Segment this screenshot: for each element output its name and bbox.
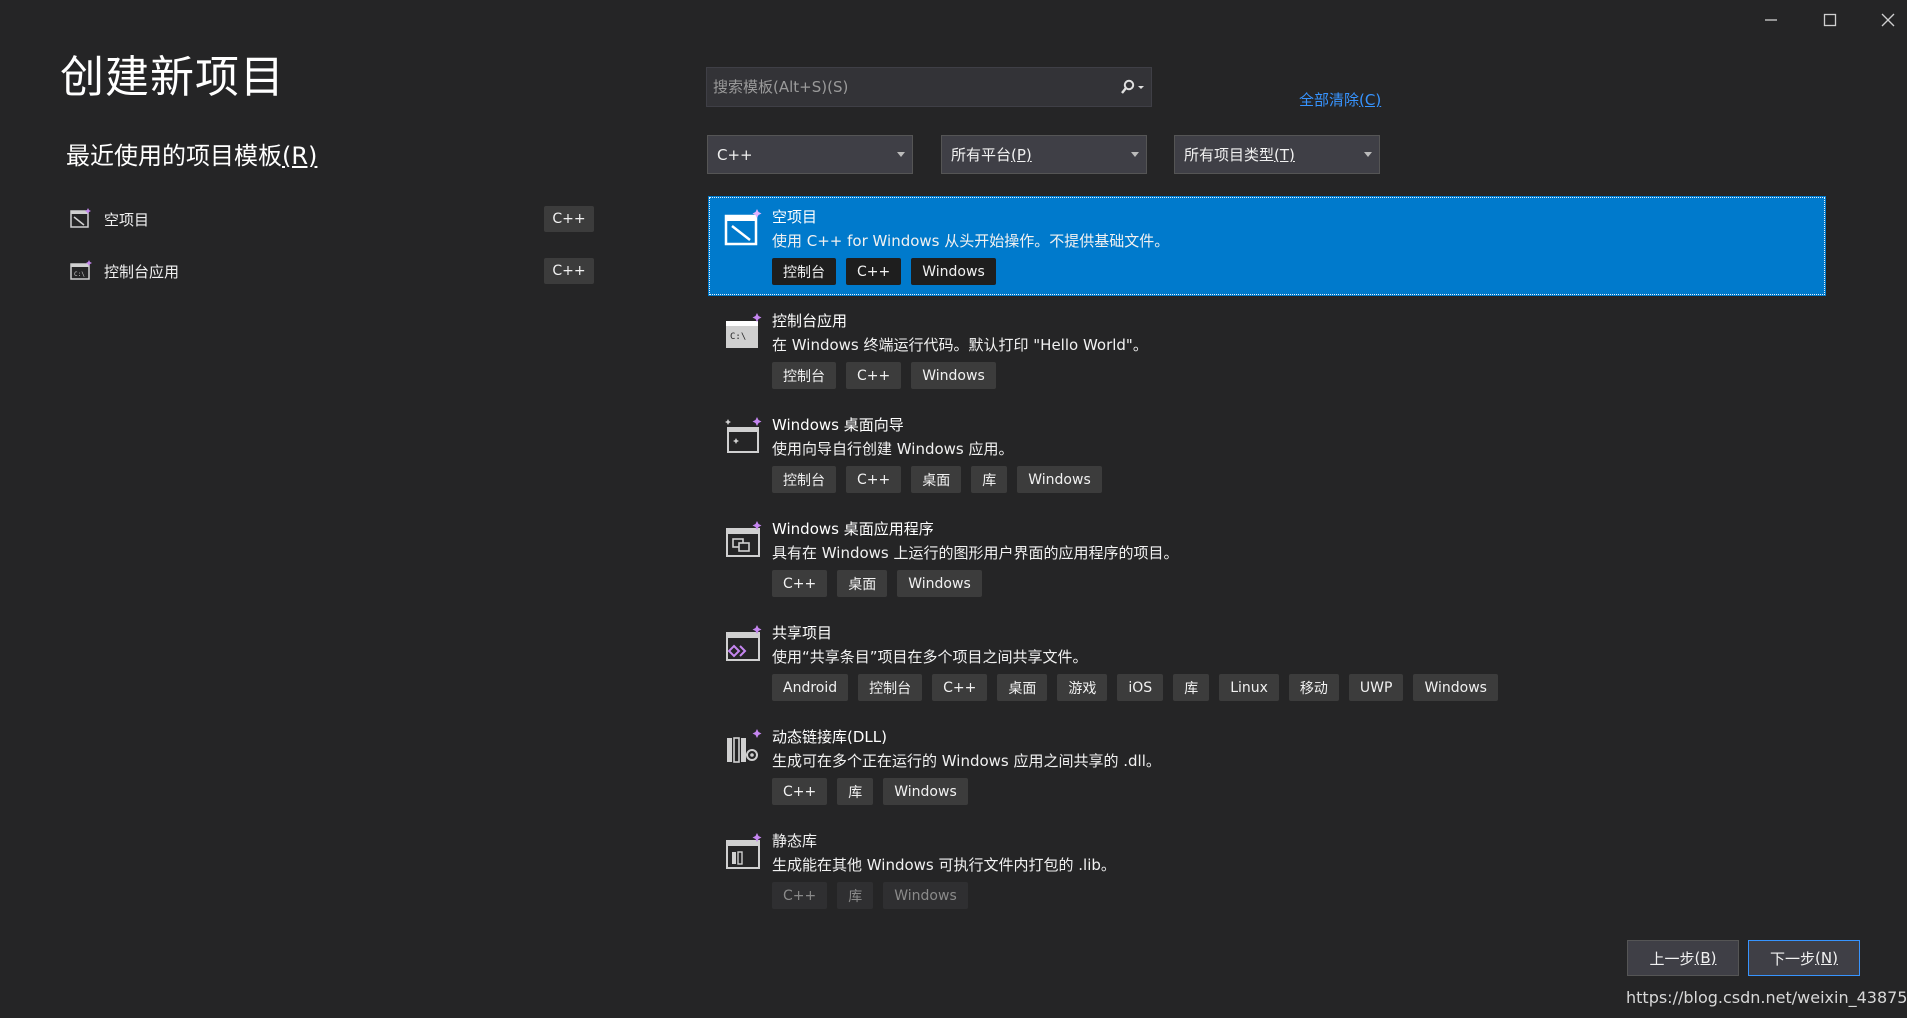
tag: C++ xyxy=(772,778,828,805)
template-item-console-app[interactable]: C:\ 控制台应用 在 Windows 终端运行代码。默认打印 "Hello W… xyxy=(708,300,1826,400)
tag: C++ xyxy=(846,362,902,389)
maximize-icon xyxy=(1823,13,1837,27)
tag: 桌面 xyxy=(911,466,962,493)
maximize-button[interactable] xyxy=(1810,8,1850,32)
template-name: Windows 桌面向导 xyxy=(772,416,904,434)
chevron-down-icon xyxy=(890,152,912,157)
tag: Android xyxy=(772,674,849,701)
tag: 桌面 xyxy=(837,570,888,597)
search-dropdown-button[interactable] xyxy=(1113,68,1151,106)
static-lib-icon xyxy=(726,833,762,869)
template-description: 使用 C++ for Windows 从头开始操作。不提供基础文件。 xyxy=(772,232,1170,250)
template-item-dll[interactable]: 动态链接库(DLL) 生成可在多个正在运行的 Windows 应用之间共享的 .… xyxy=(708,716,1826,816)
template-tags: C++ 桌面 Windows xyxy=(772,570,982,597)
template-description: 使用向导自行创建 Windows 应用。 xyxy=(772,440,1014,458)
template-name: 空项目 xyxy=(772,208,818,226)
template-description: 生成可在多个正在运行的 Windows 应用之间共享的 .dll。 xyxy=(772,752,1161,770)
template-search-input[interactable] xyxy=(707,67,1113,107)
dll-icon xyxy=(727,729,762,763)
search-icon xyxy=(1121,79,1144,94)
desktop-wizard-icon xyxy=(725,417,762,453)
template-name: 静态库 xyxy=(772,832,818,850)
project-type-filter-dropdown[interactable]: 所有项目类型(T) xyxy=(1174,135,1380,174)
tag: C++ xyxy=(772,570,828,597)
tag: 移动 xyxy=(1288,674,1339,701)
tag: C++ xyxy=(772,882,828,909)
tag: Windows xyxy=(883,778,968,805)
tag: C++ xyxy=(846,258,902,285)
template-tags: 控制台 C++ Windows xyxy=(772,362,996,389)
tag: 控制台 xyxy=(772,258,836,285)
close-button[interactable] xyxy=(1868,8,1907,32)
recent-item-empty-project[interactable]: 空项目 C++ xyxy=(62,202,594,236)
template-item-empty-project[interactable]: 空项目 使用 C++ for Windows 从头开始操作。不提供基础文件。 控… xyxy=(708,196,1826,296)
template-tags: 控制台 C++ 桌面 库 Windows xyxy=(772,466,1102,493)
tag: Windows xyxy=(1017,466,1102,493)
tag: 桌面 xyxy=(997,674,1048,701)
template-tags: 控制台 C++ Windows xyxy=(772,258,996,285)
template-tags: C++ 库 Windows xyxy=(772,882,968,909)
page-title: 创建新项目 xyxy=(60,52,285,103)
platform-filter-dropdown[interactable]: 所有平台(P) xyxy=(941,135,1147,174)
shared-project-icon xyxy=(726,625,762,661)
minimize-button[interactable] xyxy=(1751,8,1791,32)
tag: 库 xyxy=(971,466,1008,493)
tag: UWP xyxy=(1348,674,1404,701)
tag: C++ xyxy=(932,674,988,701)
tag: 库 xyxy=(1173,674,1210,701)
empty-project-icon xyxy=(70,208,91,228)
recent-item-lang-badge: C++ xyxy=(544,258,594,284)
template-name: 控制台应用 xyxy=(772,312,848,330)
recent-item-lang-badge: C++ xyxy=(544,206,594,232)
recent-item-console-app[interactable]: C:\ 控制台应用 C++ xyxy=(62,254,594,288)
tag: Windows xyxy=(911,258,996,285)
template-tags: C++ 库 Windows xyxy=(772,778,968,805)
template-tags: Android 控制台 C++ 桌面 游戏 iOS 库 Linux 移动 UWP… xyxy=(772,674,1498,701)
template-item-desktop-app[interactable]: Windows 桌面应用程序 具有在 Windows 上运行的图形用户界面的应用… xyxy=(708,508,1826,608)
template-description: 在 Windows 终端运行代码。默认打印 "Hello World"。 xyxy=(772,336,1148,354)
chevron-down-icon xyxy=(1124,152,1146,157)
close-icon xyxy=(1881,13,1895,27)
template-description: 生成能在其他 Windows 可执行文件内打包的 .lib。 xyxy=(772,856,1116,874)
recent-item-label: 控制台应用 xyxy=(104,262,180,281)
tag: Windows xyxy=(911,362,996,389)
tag: Windows xyxy=(1413,674,1498,701)
template-search-box[interactable] xyxy=(706,67,1152,107)
recent-templates-heading: 最近使用的项目模板(R) xyxy=(66,142,318,170)
template-description: 具有在 Windows 上运行的图形用户界面的应用程序的项目。 xyxy=(772,544,1179,562)
recent-item-label: 空项目 xyxy=(104,210,150,229)
svg-text:C:\: C:\ xyxy=(74,271,85,278)
empty-project-icon xyxy=(724,209,762,246)
template-item-shared-project[interactable]: 共享项目 使用“共享条目”项目在多个项目之间共享文件。 Android 控制台 … xyxy=(708,612,1826,712)
template-item-static-lib[interactable]: 静态库 生成能在其他 Windows 可执行文件内打包的 .lib。 C++ 库… xyxy=(708,820,1826,916)
language-filter-dropdown[interactable]: C++ xyxy=(707,135,913,174)
tag: C++ xyxy=(846,466,902,493)
tag: Linux xyxy=(1219,674,1279,701)
back-button[interactable]: 上一步 (B) xyxy=(1627,940,1739,976)
console-app-icon: C:\ xyxy=(726,313,762,348)
template-name: Windows 桌面应用程序 xyxy=(772,520,934,538)
template-name: 共享项目 xyxy=(772,624,833,642)
watermark-text: https://blog.csdn.net/weixin_43875683 xyxy=(1626,988,1907,1007)
tag: 游戏 xyxy=(1057,674,1108,701)
tag: 控制台 xyxy=(772,466,836,493)
tag: 库 xyxy=(837,882,874,909)
tag: iOS xyxy=(1117,674,1164,701)
next-button[interactable]: 下一步 (N) xyxy=(1748,940,1860,976)
minimize-icon xyxy=(1765,19,1777,21)
tag: Windows xyxy=(897,570,982,597)
desktop-app-icon xyxy=(726,521,762,557)
tag: 库 xyxy=(837,778,874,805)
template-name: 动态链接库(DLL) xyxy=(772,728,887,746)
clear-all-link[interactable]: 全部清除(C) xyxy=(1299,89,1381,110)
tag: 控制台 xyxy=(772,362,836,389)
template-description: 使用“共享条目”项目在多个项目之间共享文件。 xyxy=(772,648,1088,666)
template-item-desktop-wizard[interactable]: Windows 桌面向导 使用向导自行创建 Windows 应用。 控制台 C+… xyxy=(708,404,1826,504)
console-app-icon: C:\ xyxy=(70,260,92,280)
tag: Windows xyxy=(883,882,968,909)
chevron-down-icon xyxy=(1357,152,1379,157)
tag: 控制台 xyxy=(858,674,923,701)
svg-text:C:\: C:\ xyxy=(730,332,746,342)
